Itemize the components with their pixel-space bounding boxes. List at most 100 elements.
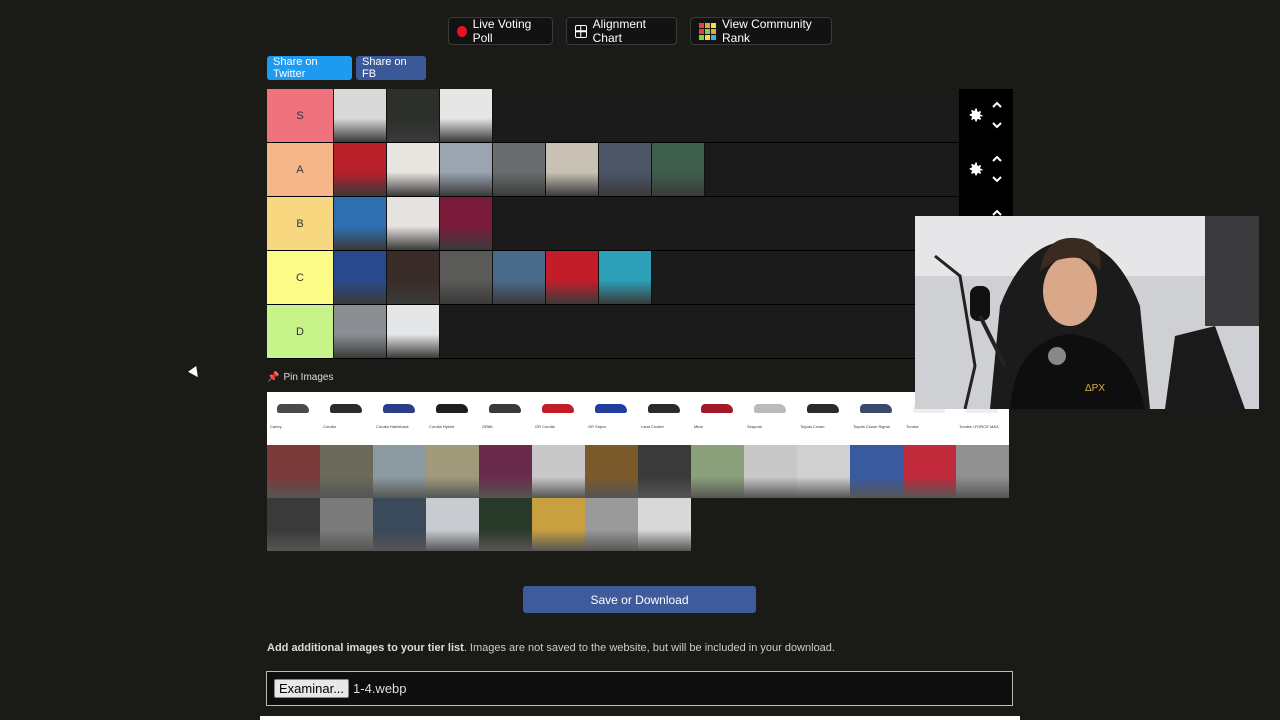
tier-image[interactable] <box>334 89 387 142</box>
pool-image[interactable] <box>532 498 585 551</box>
gear-icon[interactable] <box>965 106 985 126</box>
pool-image[interactable] <box>903 445 956 498</box>
pool-image-card[interactable]: Sequoia <box>744 392 797 445</box>
car-icon <box>807 404 839 413</box>
pool-image[interactable] <box>479 445 532 498</box>
pool-image[interactable] <box>850 445 903 498</box>
pool-image[interactable] <box>373 445 426 498</box>
tier-items <box>334 197 493 250</box>
tier-label[interactable]: C <box>267 251 333 304</box>
pool-image[interactable] <box>585 498 638 551</box>
pool-image-card[interactable]: Toyota Crown <box>797 392 850 445</box>
tier-label[interactable]: B <box>267 197 333 250</box>
grid-icon <box>575 24 587 38</box>
pool-image-card[interactable]: GR86 <box>479 392 532 445</box>
pool-image-card[interactable]: Corolla Hatchback <box>373 392 426 445</box>
tier-image[interactable] <box>546 251 599 304</box>
view-community-rank-button[interactable]: View Community Rank <box>690 17 832 45</box>
pin-images-toggle[interactable]: 📌 Pin Images <box>267 372 333 383</box>
tier-items <box>334 143 705 196</box>
pool-image-card[interactable]: GR Corolla <box>532 392 585 445</box>
tier-image[interactable] <box>387 89 440 142</box>
chevron-down-icon[interactable] <box>991 173 1003 185</box>
card-name: Tundra i-FORCE MAX <box>959 424 999 429</box>
live-voting-poll-button[interactable]: Live Voting Poll <box>448 17 553 45</box>
tier-image[interactable] <box>334 305 387 358</box>
pool-image-card[interactable]: Corolla <box>320 392 373 445</box>
pool-image-card[interactable]: Land Cruiser <box>638 392 691 445</box>
live-voting-poll-label: Live Voting Poll <box>472 17 532 45</box>
tier-controls <box>959 143 1013 196</box>
pool-image[interactable] <box>373 498 426 551</box>
tier-image[interactable] <box>440 197 493 250</box>
pool-image-card[interactable]: Toyota Crown Signia <box>850 392 903 445</box>
chevron-up-icon[interactable] <box>991 99 1003 111</box>
save-download-button[interactable]: Save or Download <box>523 586 756 613</box>
pool-image[interactable] <box>426 498 479 551</box>
pool-image[interactable] <box>638 498 691 551</box>
gear-icon[interactable] <box>965 160 985 180</box>
tier-image[interactable] <box>493 143 546 196</box>
pool-image[interactable] <box>267 498 320 551</box>
tier-image[interactable] <box>387 251 440 304</box>
tier-controls <box>959 89 1013 142</box>
chevron-down-icon[interactable] <box>991 119 1003 131</box>
pin-images-label: Pin Images <box>283 372 334 383</box>
pool-image[interactable] <box>956 445 1009 498</box>
tier-label[interactable]: A <box>267 143 333 196</box>
pool-image-card[interactable]: Corolla Hybrid <box>426 392 479 445</box>
tier-image[interactable] <box>387 305 440 358</box>
tier-image[interactable] <box>652 143 705 196</box>
share-fb-button[interactable]: Share on FB <box>356 56 426 80</box>
tier-image[interactable] <box>334 251 387 304</box>
save-download-label: Save or Download <box>590 592 689 607</box>
tier-image[interactable] <box>334 143 387 196</box>
tier-image[interactable] <box>387 143 440 196</box>
pool-image[interactable] <box>267 445 320 498</box>
pool-image[interactable] <box>744 445 797 498</box>
card-name: Mirai <box>694 424 703 429</box>
image-pool: Camry Corolla Corolla Hatchback Corolla Hyb… <box>267 392 1013 551</box>
card-name: GR86 <box>482 424 493 429</box>
pool-image[interactable] <box>532 445 585 498</box>
pool-image-card[interactable]: Camry <box>267 392 320 445</box>
tier-image[interactable] <box>493 251 546 304</box>
card-name: Toyota Crown Signia <box>853 424 890 429</box>
tier-label[interactable]: S <box>267 89 333 142</box>
pool-image[interactable] <box>638 445 691 498</box>
pool-image-card[interactable]: GR Supra <box>585 392 638 445</box>
tier-image[interactable] <box>387 197 440 250</box>
pool-image[interactable] <box>691 445 744 498</box>
tier-image[interactable] <box>440 251 493 304</box>
pool-image[interactable] <box>585 445 638 498</box>
tier-image[interactable] <box>440 89 493 142</box>
share-twitter-label: Share on Twitter <box>273 56 318 80</box>
car-icon <box>595 404 627 413</box>
card-name: Camry <box>270 424 282 429</box>
browse-button[interactable]: Examinar... <box>274 679 350 698</box>
tier-image[interactable] <box>599 251 652 304</box>
card-name: Corolla <box>323 424 336 429</box>
pool-image[interactable] <box>426 445 479 498</box>
pool-image[interactable] <box>479 498 532 551</box>
pool-image[interactable] <box>320 445 373 498</box>
chevron-up-icon[interactable] <box>991 153 1003 165</box>
card-name: Sequoia <box>747 424 762 429</box>
tier-row-b: B <box>267 197 1013 251</box>
tier-image[interactable] <box>546 143 599 196</box>
pool-image[interactable] <box>320 498 373 551</box>
tier-image[interactable] <box>599 143 652 196</box>
view-community-rank-label: View Community Rank <box>722 17 812 45</box>
pool-image-card[interactable]: Mirai <box>691 392 744 445</box>
share-twitter-button[interactable]: Share on Twitter <box>267 56 352 80</box>
tier-row-a: A <box>267 143 1013 197</box>
alignment-chart-button[interactable]: Alignment Chart <box>566 17 677 45</box>
car-icon <box>648 404 680 413</box>
alignment-chart-label: Alignment Chart <box>592 17 647 45</box>
tier-items <box>334 251 652 304</box>
file-upload-field[interactable]: Examinar... 1-4.webp <box>266 671 1013 706</box>
tier-image[interactable] <box>440 143 493 196</box>
pool-image[interactable] <box>797 445 850 498</box>
tier-image[interactable] <box>334 197 387 250</box>
tier-label[interactable]: D <box>267 305 333 358</box>
